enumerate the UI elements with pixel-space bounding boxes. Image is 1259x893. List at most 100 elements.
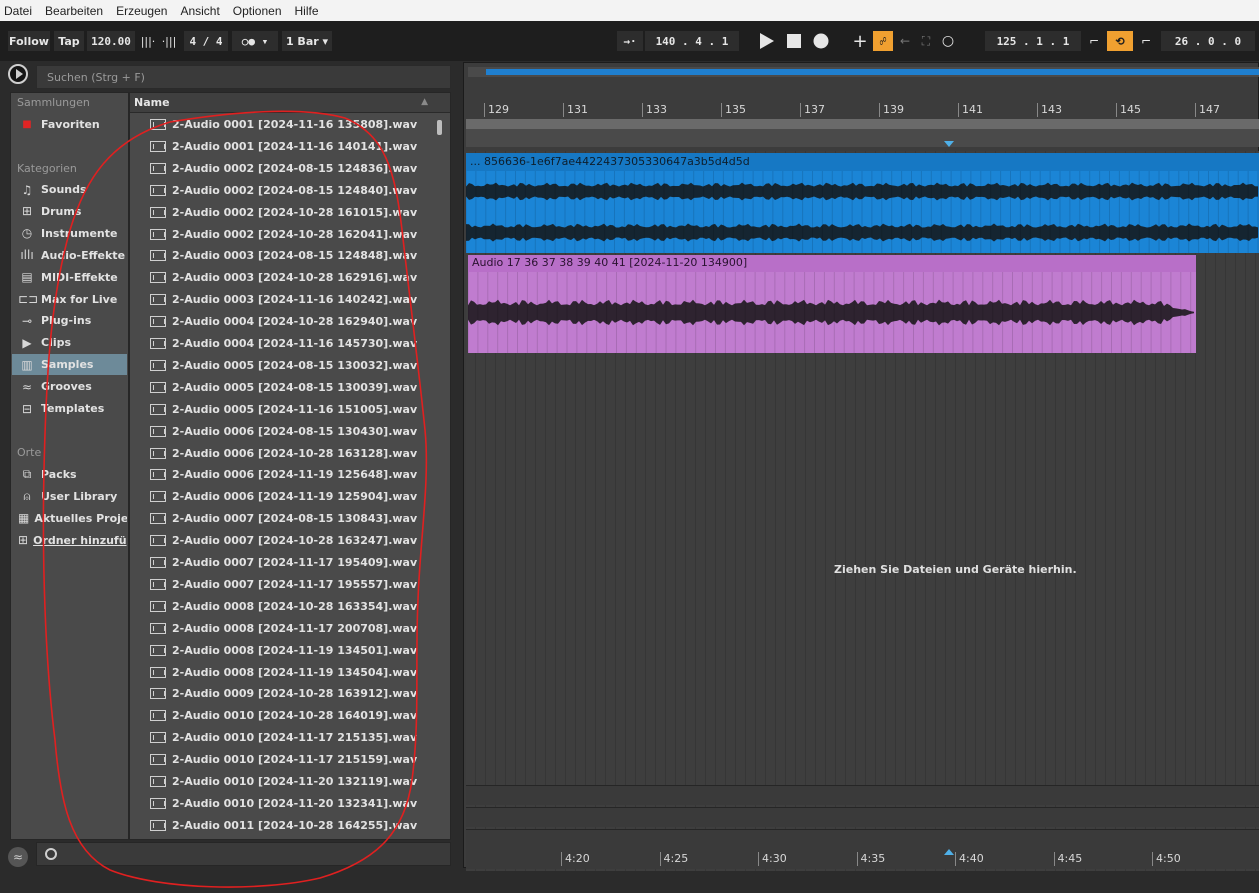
file-row[interactable]: 2-Audio 0004 [2024-10-28 162940].wav	[130, 311, 430, 332]
sidebar-item-ordner-hinzuf-g[interactable]: ⊞ Ordner hinzufüg	[12, 530, 127, 551]
sidebar-item-midi-effekte[interactable]: ▤ MIDI-Effekte	[12, 267, 127, 288]
automation-arm-icon[interactable]: ☍	[873, 31, 893, 51]
audio-file-icon	[150, 754, 166, 766]
file-row[interactable]: 2-Audio 0003 [2024-08-15 124848].wav	[130, 245, 430, 266]
file-row[interactable]: 2-Audio 0006 [2024-11-19 125904].wav	[130, 486, 430, 507]
search-input[interactable]: Suchen (Strg + F)	[36, 65, 451, 89]
back-to-arrangement-icon[interactable]: ←	[896, 31, 914, 51]
punch-out-curve-icon[interactable]: ⌐	[1135, 31, 1157, 51]
file-row[interactable]: 2-Audio 0006 [2024-10-28 163128].wav	[130, 443, 430, 464]
nudge-down-icon[interactable]: |||·	[138, 31, 158, 51]
file-row[interactable]: 2-Audio 0007 [2024-08-15 130843].wav	[130, 508, 430, 529]
return-track-lane[interactable]	[466, 785, 1259, 805]
file-row[interactable]: 2-Audio 0008 [2024-10-28 163354].wav	[130, 596, 430, 617]
menu-item-datei[interactable]: Datei	[4, 4, 32, 18]
file-row[interactable]: 2-Audio 0001 [2024-11-16 135808].wav	[130, 114, 430, 135]
sidebar-item-aktuelles-proje[interactable]: ▦ Aktuelles Proje	[12, 508, 127, 529]
file-row[interactable]: 2-Audio 0002 [2024-08-15 124836].wav	[130, 158, 430, 179]
metronome-button[interactable]: ○● ▾	[232, 31, 278, 51]
file-row[interactable]: 2-Audio 0005 [2024-11-16 151005].wav	[130, 399, 430, 420]
session-record-icon[interactable]: ○	[938, 31, 958, 51]
sidebar-item-max-for-live[interactable]: ⊏⊐ Max for Live	[12, 289, 127, 310]
audio-clip-blue[interactable]: ... 856636-1e6f7ae4422437305330647a3b5d4…	[466, 153, 1259, 253]
file-row[interactable]: 2-Audio 0003 [2024-11-16 140242].wav	[130, 289, 430, 310]
nudge-up-icon[interactable]: ·|||	[158, 31, 180, 51]
file-row[interactable]: 2-Audio 0008 [2024-11-17 200708].wav	[130, 618, 430, 639]
file-row[interactable]: 2-Audio 0002 [2024-10-28 161015].wav	[130, 202, 430, 223]
follow-button[interactable]: Follow	[8, 31, 50, 51]
overview-window[interactable]	[486, 69, 1259, 75]
file-row[interactable]: 2-Audio 0008 [2024-11-19 134501].wav	[130, 640, 430, 661]
file-row[interactable]: 2-Audio 0010 [2024-11-20 132119].wav	[130, 771, 430, 792]
punch-in-icon[interactable]: →·	[617, 31, 643, 51]
sidebar-item-templates[interactable]: ⊟ Templates	[12, 398, 127, 419]
quantize-menu[interactable]: 1 Bar ▾	[282, 31, 332, 51]
menu-item-ansicht[interactable]: Ansicht	[180, 4, 219, 18]
sidebar-item-instrumente[interactable]: ◷ Instrumente	[12, 223, 127, 244]
punch-in-curve-icon[interactable]: ⌐	[1083, 31, 1105, 51]
record-icon[interactable]	[810, 31, 832, 51]
audio-clip-purple[interactable]: Audio 17 36 37 38 39 40 41 [2024-11-20 1…	[468, 255, 1196, 353]
file-row[interactable]: 2-Audio 0007 [2024-11-17 195557].wav	[130, 574, 430, 595]
capture-icon[interactable]: ⛶	[917, 31, 935, 51]
file-row[interactable]: 2-Audio 0002 [2024-10-28 162041].wav	[130, 224, 430, 245]
menu-item-bearbeiten[interactable]: Bearbeiten	[45, 4, 103, 18]
overdub-icon[interactable]: +	[850, 31, 870, 52]
menu-item-erzeugen[interactable]: Erzeugen	[116, 4, 167, 18]
menu-bar: Datei Bearbeiten Erzeugen Ansicht Optionen Hi…	[0, 0, 1259, 21]
sidebar-item-grooves[interactable]: ≈ Grooves	[12, 376, 127, 397]
file-row[interactable]: 2-Audio 0004 [2024-11-16 145730].wav	[130, 333, 430, 354]
scrub-area[interactable]	[466, 129, 1259, 147]
sidebar-item-clips[interactable]: ▶ Clips	[12, 332, 127, 353]
sidebar-item-drums[interactable]: ⊞ Drums	[12, 201, 127, 222]
note-icon: ♫	[21, 182, 33, 197]
sort-arrow-icon[interactable]: ▲	[421, 97, 428, 107]
file-row[interactable]: 2-Audio 0010 [2024-10-28 164019].wav	[130, 705, 430, 726]
beat-time-ruler[interactable]: 129 131 133 135 137 139 141 143 145 147	[466, 103, 1259, 119]
play-icon[interactable]	[757, 31, 777, 51]
loop-start-field[interactable]: 125 . 1 . 1	[985, 31, 1081, 51]
column-header-name[interactable]: Name ▲	[130, 93, 450, 113]
time-ruler[interactable]: 4:20 4:25 4:30 4:35 4:40 4:45 4:50	[466, 849, 1259, 869]
file-row[interactable]: 2-Audio 0006 [2024-11-19 125648].wav	[130, 464, 430, 485]
file-row[interactable]: 2-Audio 0010 [2024-11-17 215159].wav	[130, 749, 430, 770]
file-row[interactable]: 2-Audio 0006 [2024-08-15 130430].wav	[130, 421, 430, 442]
tap-button[interactable]: Tap	[54, 31, 84, 51]
file-row[interactable]: 2-Audio 0007 [2024-11-17 195409].wav	[130, 552, 430, 573]
loop-length-field[interactable]: 26 . 0 . 0	[1161, 31, 1255, 51]
sidebar-item-favoriten[interactable]: ■ Favoriten	[12, 114, 127, 135]
scrollbar-thumb[interactable]	[437, 120, 442, 135]
file-row[interactable]: 2-Audio 0008 [2024-11-19 134504].wav	[130, 662, 430, 683]
file-row[interactable]: 2-Audio 0001 [2024-11-16 140141].wav	[130, 136, 430, 157]
file-row[interactable]: 2-Audio 0002 [2024-08-15 124840].wav	[130, 180, 430, 201]
sidebar-item-user-library[interactable]: ⍝ User Library	[12, 486, 127, 507]
groove-pool-toggle-icon[interactable]: ≈	[8, 847, 28, 867]
song-position-field[interactable]: 140 . 4 . 1	[645, 31, 739, 51]
master-track-lane[interactable]	[466, 829, 1259, 849]
file-row[interactable]: 2-Audio 0010 [2024-11-20 132341].wav	[130, 793, 430, 814]
packs-icon: ⧉	[22, 467, 32, 481]
sidebar-item-sounds[interactable]: ♫ Sounds	[12, 179, 127, 200]
preview-headphone-icon[interactable]	[45, 848, 57, 860]
sidebar-item-samples[interactable]: ▥ Samples	[12, 354, 127, 376]
return-track-lane[interactable]	[466, 807, 1259, 827]
file-row[interactable]: 2-Audio 0007 [2024-10-28 163247].wav	[130, 530, 430, 551]
time-signature-field[interactable]: 4 / 4	[184, 31, 228, 51]
file-row[interactable]: 2-Audio 0010 [2024-11-17 215135].wav	[130, 727, 430, 748]
file-row[interactable]: 2-Audio 0005 [2024-08-15 130039].wav	[130, 377, 430, 398]
menu-item-optionen[interactable]: Optionen	[233, 4, 282, 18]
loop-brace[interactable]	[466, 119, 1259, 129]
sidebar-item-audio-effekte[interactable]: ıllı Audio-Effekte	[12, 245, 127, 266]
stop-icon[interactable]	[784, 31, 804, 51]
file-row[interactable]: 2-Audio 0011 [2024-10-28 164255].wav	[130, 815, 430, 836]
tempo-field[interactable]: 120.00	[87, 31, 135, 51]
browser-toggle-icon[interactable]	[8, 64, 28, 84]
menu-item-hilfe[interactable]: Hilfe	[295, 4, 319, 18]
file-row[interactable]: 2-Audio 0005 [2024-08-15 130032].wav	[130, 355, 430, 376]
file-row[interactable]: 2-Audio 0003 [2024-10-28 162916].wav	[130, 267, 430, 288]
loop-switch-icon[interactable]: ⟲	[1107, 31, 1133, 51]
sidebar-item-packs[interactable]: ⧉ Packs	[12, 464, 127, 485]
file-row[interactable]: 2-Audio 0009 [2024-10-28 163912].wav	[130, 683, 430, 704]
sidebar-item-plug-ins[interactable]: ⊸ Plug-ins	[12, 310, 127, 331]
overview-strip[interactable]	[468, 67, 1259, 77]
